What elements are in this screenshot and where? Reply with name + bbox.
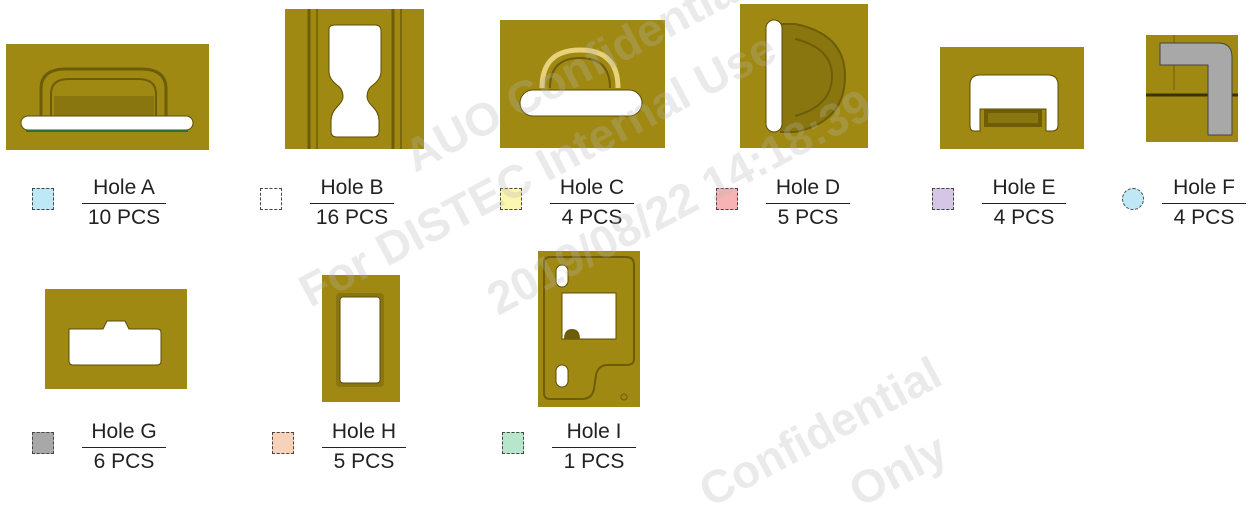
vertical-slot-icon [740, 4, 868, 148]
hole-i-thumbnail [538, 251, 640, 407]
hole-name: Hole I [552, 418, 636, 448]
watermark-line-4: Confidential [690, 346, 950, 517]
swatch-hole-h [272, 432, 294, 454]
legend-text: Hole E 4 PCS [982, 174, 1066, 232]
legend-text: Hole I 1 PCS [552, 418, 636, 476]
tabbed-rectangle-icon [45, 289, 187, 389]
legend-text: Hole B 16 PCS [310, 174, 394, 232]
notched-slot-icon [940, 47, 1084, 149]
hole-h-thumbnail [322, 275, 400, 402]
legend-hole-e: Hole E 4 PCS [932, 174, 1132, 234]
legend-text: Hole F 4 PCS [1162, 174, 1246, 232]
legend-hole-a: Hole A 10 PCS [32, 174, 232, 234]
legend-text: Hole A 10 PCS [82, 174, 166, 232]
slot-with-arch-icon [6, 44, 209, 150]
swatch-hole-f [1122, 188, 1144, 210]
legend-hole-i: Hole I 1 PCS [502, 418, 702, 478]
hole-name: Hole G [82, 418, 166, 448]
legend-hole-h: Hole H 5 PCS [272, 418, 472, 478]
legend-hole-c: Hole C 4 PCS [500, 174, 700, 234]
hole-name: Hole C [550, 174, 634, 204]
hole-quantity: 4 PCS [561, 206, 623, 229]
legend-hole-g: Hole G 6 PCS [32, 418, 232, 478]
hole-quantity: 16 PCS [315, 206, 389, 229]
hole-a-thumbnail [6, 44, 209, 150]
hole-name: Hole E [982, 174, 1066, 204]
hole-name: Hole B [310, 174, 394, 204]
watermark-line-5: Only [840, 422, 956, 517]
legend-text: Hole H 5 PCS [322, 418, 406, 476]
tall-rectangle-icon [322, 275, 400, 402]
hole-quantity: 4 PCS [993, 206, 1055, 229]
swatch-hole-c [500, 188, 522, 210]
hole-quantity: 6 PCS [93, 450, 155, 473]
swatch-hole-a [32, 188, 54, 210]
hole-f-thumbnail [1146, 35, 1238, 142]
hole-name: Hole A [82, 174, 166, 204]
legend-hole-d: Hole D 5 PCS [716, 174, 916, 234]
swatch-hole-g [32, 432, 54, 454]
swatch-hole-b [260, 188, 282, 210]
hole-b-thumbnail [285, 9, 424, 149]
l-bracket-icon [1146, 35, 1238, 142]
legend-text: Hole G 6 PCS [82, 418, 166, 476]
swatch-hole-e [932, 188, 954, 210]
hole-c-thumbnail [500, 20, 665, 148]
corner-plate-icon [538, 251, 640, 407]
legend-hole-f: Hole F 4 PCS [1122, 174, 1248, 234]
hole-quantity: 5 PCS [777, 206, 839, 229]
hole-quantity: 1 PCS [563, 450, 625, 473]
hole-quantity: 5 PCS [333, 450, 395, 473]
swatch-hole-d [716, 188, 738, 210]
hole-g-thumbnail [45, 289, 187, 389]
hole-name: Hole D [766, 174, 850, 204]
legend-hole-b: Hole B 16 PCS [260, 174, 460, 234]
hole-e-thumbnail [940, 47, 1084, 149]
hole-quantity: 4 PCS [1173, 206, 1235, 229]
slot-with-dome-icon [500, 20, 665, 148]
keyhole-slot-icon [285, 9, 424, 149]
hole-name: Hole H [322, 418, 406, 448]
hole-quantity: 10 PCS [87, 206, 161, 229]
legend-text: Hole D 5 PCS [766, 174, 850, 232]
swatch-hole-i [502, 432, 524, 454]
hole-d-thumbnail [740, 4, 868, 148]
hole-name: Hole F [1162, 174, 1246, 204]
legend-text: Hole C 4 PCS [550, 174, 634, 232]
